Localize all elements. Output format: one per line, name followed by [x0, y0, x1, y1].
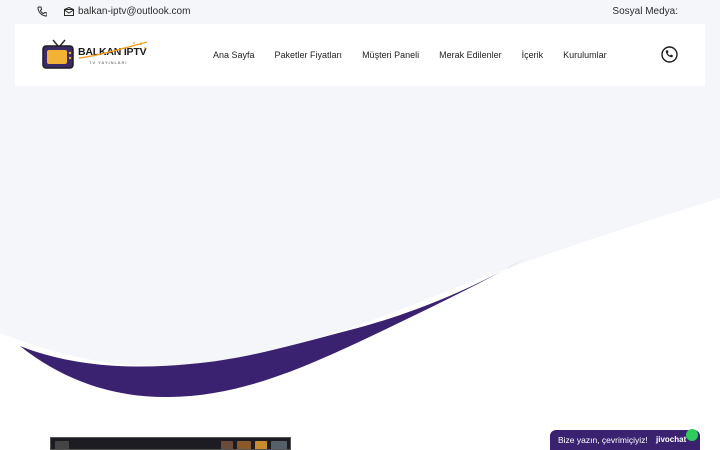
logo-swoosh: [78, 41, 148, 59]
top-bar: balkan-iptv@outlook.com Sosyal Medya:: [0, 0, 720, 24]
nav-item-kurulumlar[interactable]: Kurulumlar: [563, 49, 607, 61]
logo-subtitle: TV YAYINLARI: [89, 60, 128, 65]
nav-item-musteri-paneli[interactable]: Müşteri Paneli: [362, 49, 419, 61]
nav-item-merak-edilenler[interactable]: Merak Edilenler: [439, 49, 502, 61]
preview-thumbnail: [55, 441, 69, 449]
preview-thumbnail: [271, 441, 287, 449]
chat-widget-brand: jivochat: [656, 435, 687, 444]
tv-logo-icon: [42, 39, 74, 69]
online-status-indicator: [686, 429, 698, 441]
site-logo[interactable]: BALKAN IPTV TV YAYINLARI: [41, 38, 153, 72]
site-header: BALKAN IPTV TV YAYINLARI Ana Sayfa Paket…: [15, 24, 705, 86]
preview-thumbnail: [237, 441, 251, 449]
iptv-preview-image: [50, 437, 291, 450]
phone-icon[interactable]: [37, 6, 47, 17]
nav-item-ana-sayfa[interactable]: Ana Sayfa: [213, 49, 255, 61]
social-media-label: Sosyal Medya:: [612, 6, 678, 17]
contact-email-link[interactable]: balkan-iptv@outlook.com: [78, 6, 190, 18]
preview-thumbnail: [255, 441, 267, 449]
mail-icon: [64, 7, 74, 16]
chat-widget-label: Bize yazın, çevrimiçiyiz!: [558, 435, 648, 445]
preview-thumbnail: [221, 441, 233, 449]
main-navigation: Ana Sayfa Paketler Fiyatları Müşteri Pan…: [213, 24, 627, 86]
hero-background: [0, 24, 720, 398]
nav-item-icerik[interactable]: İçerik: [522, 49, 544, 61]
chat-widget-button[interactable]: Bize yazın, çevrimiçiyiz! jivochat: [550, 429, 700, 450]
nav-item-paketler-fiyatlari[interactable]: Paketler Fiyatları: [275, 49, 343, 61]
phone-circle-icon[interactable]: [661, 46, 678, 63]
